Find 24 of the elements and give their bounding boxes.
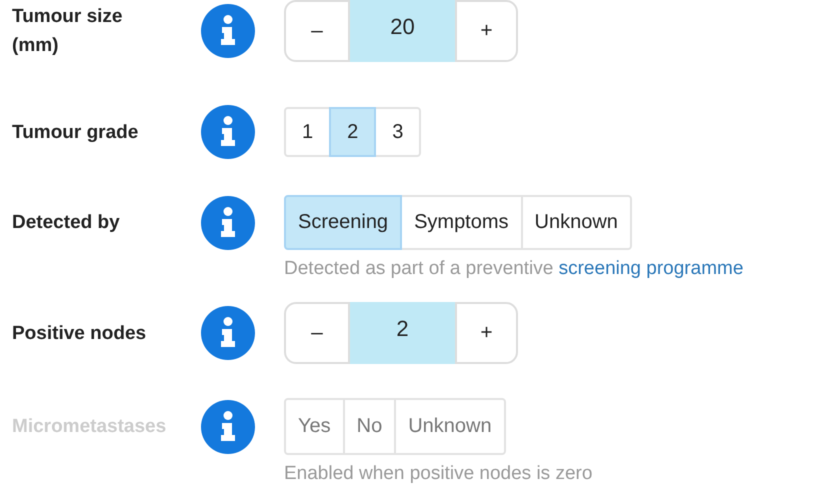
field-label: Tumour size (mm): [12, 5, 124, 58]
info-icon[interactable]: [201, 196, 255, 250]
option-button[interactable]: 3: [374, 107, 422, 157]
info-icon[interactable]: [201, 105, 255, 159]
help-text: Enabled when positive nodes is zero: [284, 463, 594, 485]
increment-button[interactable]: +: [455, 302, 518, 364]
increment-button[interactable]: +: [455, 0, 518, 62]
option-button[interactable]: Unknown: [520, 195, 632, 250]
value-field[interactable]: 2: [350, 302, 455, 364]
option-button[interactable]: 1: [284, 107, 332, 157]
info-icon[interactable]: [201, 400, 255, 454]
info-icon[interactable]: [201, 4, 255, 58]
option-button[interactable]: Screening: [284, 195, 402, 250]
decrement-button[interactable]: –: [284, 302, 350, 364]
help-text: Detected as part of a preventive screening programme: [284, 258, 744, 280]
option-button[interactable]: 2: [329, 107, 376, 157]
info-icon[interactable]: [201, 306, 255, 360]
value-field[interactable]: 20: [350, 0, 455, 62]
field-label: Positive nodes: [12, 322, 148, 346]
field-label: Tumour grade: [12, 120, 140, 144]
help-link[interactable]: screening programme: [558, 258, 744, 279]
field-label: Detected by: [12, 211, 121, 235]
option-button[interactable]: Symptoms: [400, 195, 523, 250]
decrement-button[interactable]: –: [284, 0, 350, 62]
